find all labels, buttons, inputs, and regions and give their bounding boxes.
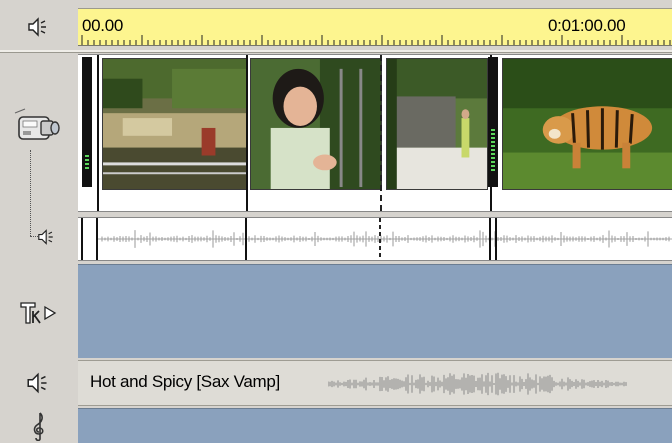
video-audio-track-header[interactable] <box>0 224 78 250</box>
track-header-column <box>0 0 78 443</box>
title-track[interactable] <box>78 264 672 358</box>
music-clip-label: Hot and Spicy [Sax Vamp] <box>90 372 280 391</box>
clip-boundary <box>97 55 99 211</box>
ruler-separator <box>0 50 672 53</box>
speaker-icon <box>38 229 53 245</box>
video-track-header[interactable] <box>0 100 78 156</box>
video-camera-icon <box>14 108 60 140</box>
score-track-header[interactable] <box>0 410 78 442</box>
music-track[interactable]: Hot and Spicy [Sax Vamp] <box>78 360 672 406</box>
clip-boundary <box>246 55 248 211</box>
ruler-ticks <box>81 35 671 45</box>
clip-thumbnail <box>251 59 381 189</box>
treble-clef-icon <box>33 412 44 441</box>
ruler-audio-toggle[interactable] <box>0 10 78 44</box>
clip-thumbnail <box>503 59 672 189</box>
timeline-editor: 00.00 0:01:00.00 Hot and Spicy [Sax Vamp… <box>0 0 672 443</box>
video-track[interactable] <box>78 54 672 212</box>
trim-handle-left[interactable] <box>82 57 92 187</box>
clip-thumbnail <box>103 59 246 189</box>
split-marker <box>380 55 382 211</box>
title-track-header[interactable] <box>0 294 78 330</box>
music-track-header[interactable] <box>0 368 78 398</box>
ruler-marker-time: 0:01:00.00 <box>548 16 626 35</box>
clip-thumbnail <box>387 59 487 189</box>
level-meter <box>491 129 495 173</box>
video-clip-girl-closeup[interactable] <box>250 58 382 190</box>
speaker-icon <box>28 17 46 37</box>
video-clip-zoo-enclosure[interactable] <box>102 58 247 190</box>
audio-waveform <box>81 218 672 260</box>
ruler-start-time: 00.00 <box>82 16 124 35</box>
timeline-ruler[interactable]: 00.00 0:01:00.00 <box>78 8 672 46</box>
speaker-icon <box>27 372 47 394</box>
video-audio-track[interactable] <box>78 217 672 261</box>
score-track[interactable] <box>78 408 672 443</box>
level-meter <box>85 155 89 169</box>
music-waveform <box>328 372 627 396</box>
title-text-icon <box>20 302 57 324</box>
trim-handle-right[interactable] <box>488 57 498 187</box>
video-clip-tiger[interactable] <box>502 58 672 190</box>
video-clip-zoo-path[interactable] <box>386 58 488 190</box>
